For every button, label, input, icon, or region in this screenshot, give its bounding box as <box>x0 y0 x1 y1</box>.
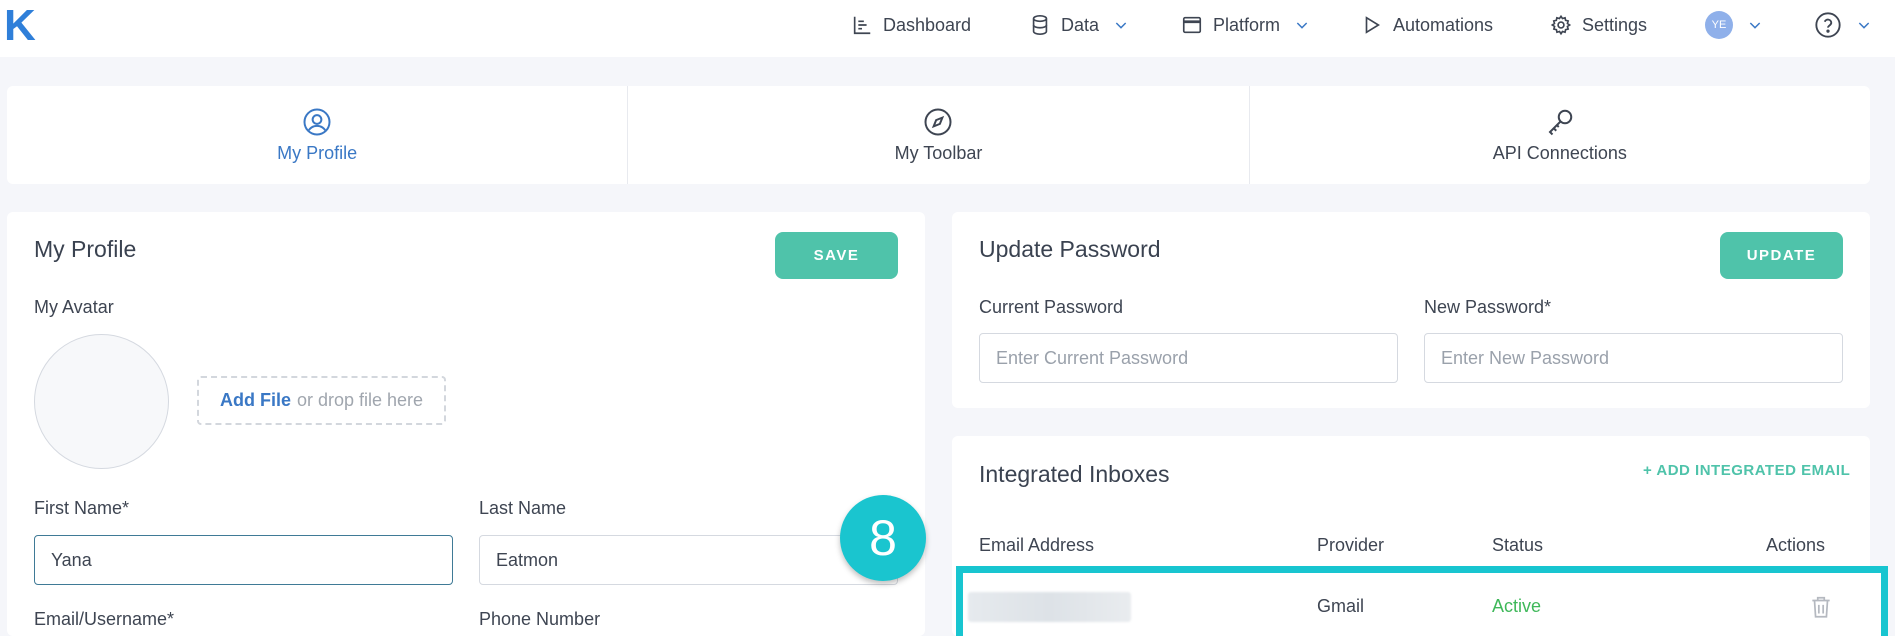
column-header: Provider <box>1317 535 1385 555</box>
last-name-field[interactable]: Eatmon <box>479 535 898 585</box>
email-label: Email/Username* <box>34 609 175 629</box>
chevron-down-icon <box>1749 22 1761 29</box>
add-file-link[interactable]: Add File <box>220 390 291 411</box>
column-header: Actions <box>1766 535 1826 555</box>
nav-settings-label: Settings <box>1582 14 1648 35</box>
first-name-label: First Name* <box>34 498 130 518</box>
user-menu[interactable]: YE <box>1705 11 1763 39</box>
window-icon <box>1182 16 1202 34</box>
column-header: Status <box>1492 535 1544 555</box>
trash-icon[interactable] <box>1808 593 1834 621</box>
new-password-field[interactable]: Enter New Password <box>1424 333 1843 383</box>
nav-automations[interactable]: Automations <box>1361 12 1493 38</box>
column-header: Email Address <box>979 535 1095 555</box>
chevron-down-icon <box>1296 22 1308 29</box>
gear-icon <box>1550 14 1572 36</box>
profile-title: My Profile <box>34 236 137 262</box>
settings-tabs: My Profile My Toolbar API Connections <box>7 86 1870 184</box>
avatar-preview <box>34 334 169 469</box>
current-password-field[interactable]: Enter Current Password <box>979 333 1398 383</box>
drop-hint: or drop file here <box>296 390 424 410</box>
tab-label: API Connections <box>1492 142 1627 163</box>
tab-my-profile[interactable]: My Profile <box>7 86 629 184</box>
avatar-dropzone[interactable]: Add File or drop file here <box>197 376 446 425</box>
row-status: Active <box>1492 596 1542 616</box>
add-integrated-email-link[interactable]: + ADD INTEGRATED EMAIL <box>1643 462 1850 479</box>
last-name-label: Last Name <box>479 498 567 518</box>
row-provider: Gmail <box>1317 596 1365 616</box>
help-icon <box>1815 12 1841 38</box>
nav-platform-label: Platform <box>1213 14 1281 35</box>
new-password-label: New Password* <box>1424 297 1552 317</box>
inboxes-title: Integrated Inboxes <box>979 461 1170 487</box>
nav-data-label: Data <box>1061 14 1100 35</box>
nav-automations-label: Automations <box>1393 14 1494 35</box>
redacted-email <box>968 592 1131 622</box>
app-logo[interactable]: K <box>4 4 36 48</box>
tab-label: My Toolbar <box>894 142 983 163</box>
bar-chart-icon <box>853 16 871 35</box>
nav-dashboard[interactable]: Dashboard <box>851 12 971 38</box>
top-nav: K Dashboard Data Platform Automations Se… <box>0 0 1895 57</box>
chevron-down-icon <box>1858 22 1870 29</box>
compass-icon <box>924 108 952 135</box>
nav-dashboard-label: Dashboard <box>883 14 972 35</box>
avatar-label: My Avatar <box>34 297 114 317</box>
chevron-down-icon <box>1115 22 1127 29</box>
nav-settings[interactable]: Settings <box>1550 12 1647 38</box>
tab-my-toolbar[interactable]: My Toolbar <box>628 86 1250 184</box>
key-icon <box>1548 109 1573 135</box>
tab-api-connections[interactable]: API Connections <box>1250 86 1870 184</box>
play-icon <box>1365 16 1380 34</box>
user-circle-icon <box>303 108 331 135</box>
user-avatar: YE <box>1705 11 1733 39</box>
save-button[interactable]: SAVE <box>775 232 898 279</box>
step-badge: 8 <box>840 495 926 581</box>
update-button[interactable]: UPDATE <box>1720 232 1843 279</box>
tab-label: My Profile <box>277 142 358 163</box>
first-name-field[interactable]: Yana <box>34 535 453 585</box>
phone-label: Phone Number <box>479 609 601 629</box>
database-icon <box>1032 15 1048 35</box>
help-menu[interactable] <box>1814 12 1872 38</box>
nav-platform[interactable]: Platform <box>1181 12 1310 38</box>
current-password-label: Current Password <box>979 297 1124 317</box>
nav-data[interactable]: Data <box>1029 12 1129 38</box>
password-title: Update Password <box>979 236 1161 262</box>
